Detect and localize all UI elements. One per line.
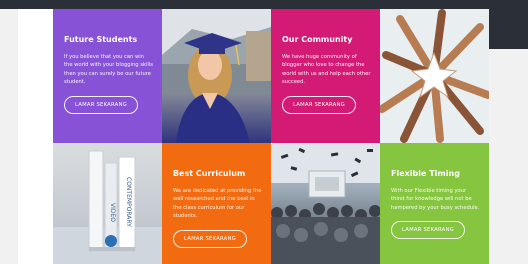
tile-title: Our Community — [282, 35, 353, 44]
tile-title: Best Curriculum — [173, 169, 246, 178]
books-photo: VIDEO CONTEMPORARY — [53, 143, 162, 264]
tile-description: If you believe that you can win the worl… — [64, 54, 153, 86]
apply-now-button[interactable]: LAMAR SEKARANG — [64, 95, 138, 114]
svg-text:VIDEO: VIDEO — [109, 203, 116, 222]
tile-our-community: Our Community We have huge community of … — [271, 9, 380, 143]
features-grid: Future Students If you believe that you … — [53, 9, 489, 264]
tile-description: We have huge community of blogger who lo… — [282, 54, 371, 86]
hands-star-photo — [380, 9, 489, 143]
apply-now-button[interactable]: LAMAR SEKARANG — [282, 95, 356, 114]
tile-description: We are dedicated at providing the well r… — [173, 188, 262, 220]
graduate-woman-photo — [162, 9, 271, 143]
top-dark-band — [0, 0, 528, 9]
apply-now-button[interactable]: LAMAR SEKARANG — [391, 221, 465, 240]
tile-title: Future Students — [64, 35, 138, 44]
tile-flexible-timing: Flexible Timing With our Flexible timing… — [380, 143, 489, 264]
left-margin — [0, 9, 18, 264]
graduation-crowd-photo — [271, 143, 380, 264]
svg-text:CONTEMPORARY: CONTEMPORARY — [125, 177, 132, 227]
right-margin — [489, 9, 528, 264]
tile-future-students: Future Students If you believe that you … — [53, 9, 162, 143]
tile-best-curriculum: Best Curriculum We are dedicated at prov… — [162, 143, 271, 264]
apply-now-button[interactable]: LAMAR SEKARANG — [173, 229, 247, 248]
tile-description: With our Flexible timing your thirst for… — [391, 188, 480, 211]
tile-title: Flexible Timing — [391, 169, 460, 178]
